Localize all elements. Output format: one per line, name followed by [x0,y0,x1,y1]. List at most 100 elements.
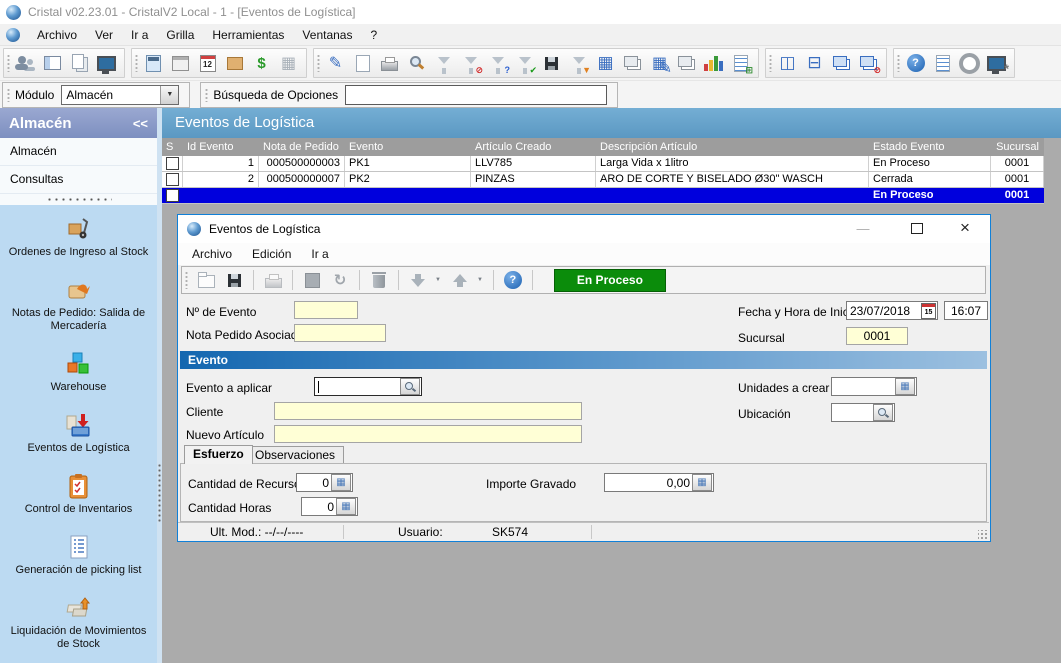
workstation-icon[interactable] [94,50,119,76]
delete-icon[interactable] [367,268,391,292]
menu-ver[interactable]: Ver [86,28,122,42]
close-icon[interactable] [948,215,982,241]
next-record-icon[interactable] [406,268,430,292]
nuevo-articulo-input[interactable] [274,425,582,443]
table-row-selected[interactable]: En Proceso 0001 [162,188,1044,204]
row-checkbox[interactable] [166,189,179,202]
module-select[interactable]: Almacén [61,85,179,105]
resize-grip[interactable] [978,530,988,540]
numero-evento-input[interactable] [294,301,358,319]
table-icon[interactable] [593,50,618,76]
prev-record-icon[interactable] [448,268,472,292]
recursos-calc-button[interactable] [331,474,351,491]
copy-pages-icon[interactable] [67,50,92,76]
col-s[interactable]: S [162,138,183,156]
col-nota-pedido[interactable]: Nota de Pedido [259,138,345,156]
estado-button[interactable]: En Proceso [554,269,666,292]
importe-gravado-input[interactable]: 0,00 [604,473,714,492]
tile-horizontal-icon[interactable] [802,50,827,76]
menu-grilla[interactable]: Grilla [157,28,203,42]
unidades-calc-button[interactable] [895,378,915,395]
tree-add-icon[interactable] [728,50,753,76]
package-cost-icon[interactable] [222,50,247,76]
preview-icon[interactable] [620,50,645,76]
filter-help-icon[interactable] [485,50,510,76]
filter-icon[interactable] [431,50,456,76]
sucursal-input[interactable] [846,327,908,345]
sidebar-splitter[interactable] [0,194,157,205]
sidebar-section-almacen[interactable]: Almacén [0,138,157,166]
windows-icon[interactable] [674,50,699,76]
next-record-caret-icon[interactable] [435,277,441,283]
col-descripcion[interactable]: Descripción Artículo [596,138,869,156]
system-settings-icon[interactable] [984,50,1009,76]
cascade-icon[interactable] [829,50,854,76]
ubicacion-lookup-button[interactable] [873,404,893,421]
dialog-menu-edicion[interactable]: Edición [242,247,301,261]
log-icon[interactable] [930,50,955,76]
calendar-button[interactable]: 15 [921,303,936,318]
cliente-input[interactable] [274,402,582,420]
calendar-icon[interactable]: 12 [195,50,220,76]
search-input[interactable] [345,85,607,105]
hora-input[interactable]: 16:07 [944,301,988,320]
row-checkbox[interactable] [166,157,179,170]
edit-icon[interactable] [323,50,348,76]
table-row[interactable]: 1 000500000003 PK1 LLV785 Larga Vida x 1… [162,156,1044,172]
collapse-button[interactable]: << [133,116,148,131]
unidades-input[interactable] [831,377,917,396]
tab-observaciones[interactable]: Observaciones [246,446,344,464]
maximize-button[interactable] [900,215,934,241]
close-all-icon[interactable] [856,50,881,76]
filter-apply-icon[interactable] [512,50,537,76]
users-icon[interactable] [13,50,38,76]
menu-herramientas[interactable]: Herramientas [203,28,293,42]
sidebar-item-eventos-logistica[interactable]: Eventos de Logística [4,411,154,455]
sidebar-item-liquidacion[interactable]: Liquidación de Movimientos de Stock [4,594,154,651]
menu-help[interactable]: ? [361,28,386,42]
filter-remove-icon[interactable] [458,50,483,76]
tile-vertical-icon[interactable] [775,50,800,76]
filter-load-icon[interactable] [566,50,591,76]
print-icon[interactable] [377,50,402,76]
filter-save-icon[interactable] [539,50,564,76]
dialog-help-icon[interactable]: ? [501,268,525,292]
table-row[interactable]: 2 000500000007 PK2 PINZAS ARO DE CORTE Y… [162,172,1044,188]
chevron-down-icon[interactable] [160,86,178,104]
menu-ventanas[interactable]: Ventanas [293,28,361,42]
chart-icon[interactable] [701,50,726,76]
sidebar-item-picking-list[interactable]: Generación de picking list [4,533,154,577]
print-icon[interactable] [261,268,285,292]
table-edit-icon[interactable] [647,50,672,76]
money-icon[interactable] [249,50,274,76]
help-icon[interactable]: ? [903,50,928,76]
sidebar-header[interactable]: Almacén << [0,108,157,138]
row-checkbox[interactable] [166,173,179,186]
sidebar-item-control-inventarios[interactable]: Control de Inventarios [4,472,154,516]
sidebar-item-ordenes-ingreso[interactable]: Ordenes de Ingreso al Stock [4,215,154,259]
refresh-icon[interactable] [328,268,352,292]
grid-icon[interactable] [276,50,301,76]
importe-calc-button[interactable] [692,474,712,491]
col-articulo-creado[interactable]: Artículo Creado [471,138,596,156]
nota-pedido-input[interactable] [294,324,386,342]
col-id-evento[interactable]: Id Evento [183,138,259,156]
calculator-icon[interactable] [141,50,166,76]
search-icon[interactable] [404,50,429,76]
dialog-menu-archivo[interactable]: Archivo [182,247,242,261]
sidebar-section-consultas[interactable]: Consultas [0,166,157,194]
sidebar-item-warehouse[interactable]: Warehouse [4,350,154,394]
horas-calc-button[interactable] [336,498,356,515]
schedule-icon[interactable] [168,50,193,76]
evento-aplicar-input[interactable] [314,377,422,396]
support-icon[interactable] [957,50,982,76]
col-sucursal[interactable]: Sucursal [991,138,1044,156]
new-record-icon[interactable] [194,268,218,292]
col-evento[interactable]: Evento [345,138,471,156]
cantidad-recursos-input[interactable]: 0 [296,473,353,492]
tab-esfuerzo[interactable]: Esfuerzo [184,445,253,464]
fecha-input[interactable]: 23/07/2018 15 [846,301,938,320]
stop-icon[interactable] [300,268,324,292]
new-document-icon[interactable] [350,50,375,76]
cantidad-horas-input[interactable]: 0 [301,497,358,516]
